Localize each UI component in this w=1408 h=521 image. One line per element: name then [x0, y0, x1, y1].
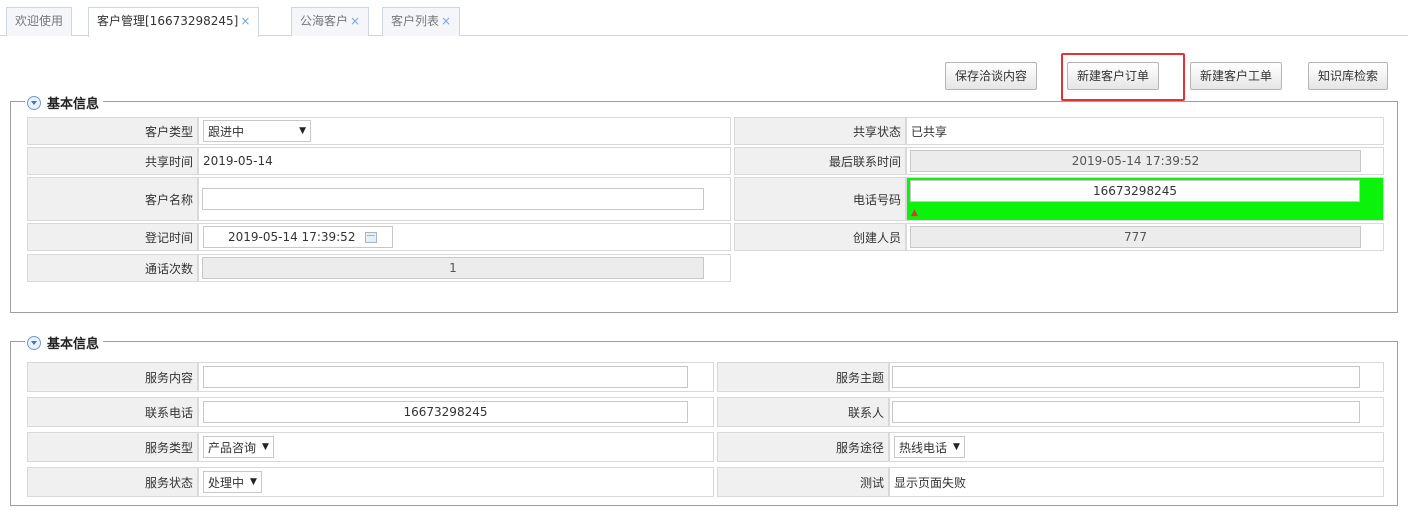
service-subject-label: 服务主题: [717, 362, 889, 392]
tab-customer-management[interactable]: 客户管理[16673298245] ×: [88, 7, 260, 37]
phone-label: 电话号码: [734, 177, 906, 221]
label-text: 服务类型: [144, 440, 193, 455]
contact-person-input[interactable]: [892, 401, 1360, 423]
contact-phone-label: 联系电话: [27, 397, 198, 427]
call-count-field: 1: [202, 257, 704, 279]
caret-down-icon: ▼: [262, 442, 269, 452]
panel-legend[interactable]: 基本信息: [25, 93, 104, 112]
label-text: 创建人员: [852, 230, 901, 245]
select-value: 跟进中: [208, 124, 245, 139]
phone-input[interactable]: 16673298245: [910, 180, 1360, 202]
share-time-cell: 2019-05-14: [198, 147, 731, 175]
caret-down-icon: ▼: [953, 442, 960, 452]
collapse-chevron-icon[interactable]: [27, 95, 41, 110]
label-text: 测试: [859, 475, 884, 490]
panel-legend[interactable]: 基本信息: [25, 333, 104, 352]
contact-person-label: 联系人: [717, 397, 889, 427]
share-status-cell: 已共享: [906, 117, 1384, 145]
label-text: 通话次数: [144, 261, 193, 276]
label-text: 客户类型: [144, 124, 193, 139]
close-icon[interactable]: ×: [350, 14, 360, 28]
caret-down-icon: ▼: [250, 477, 257, 487]
label-text: 服务状态: [144, 475, 193, 490]
share-time-label: 共享时间: [27, 147, 198, 175]
service-subject-input[interactable]: [892, 366, 1360, 388]
tab-customer-list[interactable]: 客户列表 ×: [382, 7, 461, 36]
select-value: 热线电话: [899, 440, 948, 455]
register-time-label: 登记时间: [27, 223, 198, 251]
service-content-label: 服务内容: [27, 362, 198, 392]
customer-type-select[interactable]: 跟进中 ▼: [203, 120, 311, 142]
close-icon[interactable]: ×: [441, 14, 451, 28]
service-status-cell: 处理中 ▼: [198, 467, 714, 497]
select-value: 产品咨询: [208, 440, 257, 455]
label-text: 电话号码: [852, 192, 901, 207]
service-type-select[interactable]: 产品咨询 ▼: [203, 436, 274, 458]
contact-phone-input[interactable]: 16673298245: [203, 401, 688, 423]
test-label: 测试: [717, 467, 889, 497]
tab-label: 公海客户: [300, 14, 349, 28]
panel-title: 基本信息: [47, 337, 100, 352]
service-type-cell: 产品咨询 ▼: [198, 432, 714, 462]
customer-name-label: 客户名称: [27, 177, 198, 221]
service-status-select[interactable]: 处理中 ▼: [203, 471, 262, 493]
test-value: 显示页面失败: [894, 475, 967, 490]
test-cell: 显示页面失败: [889, 467, 1384, 497]
tab-label: 欢迎使用: [15, 14, 64, 28]
tab-label: 客户列表: [391, 14, 440, 28]
label-text: 服务内容: [144, 370, 193, 385]
service-channel-select[interactable]: 热线电话 ▼: [894, 436, 965, 458]
creator-label: 创建人员: [734, 223, 906, 251]
service-content-input[interactable]: [203, 366, 688, 388]
required-marker: ▲: [911, 208, 918, 218]
collapse-chevron-icon[interactable]: [27, 335, 41, 350]
share-time-value: 2019-05-14: [203, 154, 273, 168]
call-count-label: 通话次数: [27, 254, 198, 282]
new-customer-order-button[interactable]: 新建客户订单: [1067, 62, 1160, 90]
tab-strip: 欢迎使用 客户管理[16673298245] × 公海客户 × 客户列表 ×: [0, 0, 1408, 37]
tab-welcome[interactable]: 欢迎使用: [6, 7, 73, 36]
service-type-label: 服务类型: [27, 432, 198, 462]
label-text: 联系电话: [144, 405, 193, 420]
label-text: 联系人: [847, 405, 884, 420]
customer-type-label: 客户类型: [27, 117, 198, 145]
register-time-cell: 2019-05-14 17:39:52: [198, 223, 731, 251]
label-text: 服务主题: [835, 370, 884, 385]
share-status-label: 共享状态: [734, 117, 906, 145]
panel-title: 基本信息: [47, 97, 100, 112]
label-text: 共享时间: [144, 154, 193, 169]
knowledge-base-search-button[interactable]: 知识库检索: [1308, 62, 1389, 90]
select-value: 处理中: [208, 475, 245, 490]
save-negotiation-button[interactable]: 保存洽谈内容: [945, 62, 1038, 90]
label-text: 客户名称: [144, 192, 193, 207]
label-text: 登记时间: [144, 230, 193, 245]
tab-label: 客户管理[16673298245]: [97, 14, 239, 28]
last-contact-field: 2019-05-14 17:39:52: [910, 150, 1361, 172]
date-value: 2019-05-14 17:39:52: [228, 230, 356, 244]
customer-name-input[interactable]: [202, 188, 704, 210]
service-channel-label: 服务途径: [717, 432, 889, 462]
last-contact-label: 最后联系时间: [734, 147, 906, 175]
customer-type-cell: 跟进中 ▼: [198, 117, 731, 145]
service-channel-cell: 热线电话 ▼: [889, 432, 1384, 462]
close-icon[interactable]: ×: [240, 14, 250, 28]
calendar-icon[interactable]: [365, 231, 378, 243]
service-status-label: 服务状态: [27, 467, 198, 497]
caret-down-icon: ▼: [299, 126, 306, 136]
new-customer-ticket-button[interactable]: 新建客户工单: [1190, 62, 1283, 90]
register-time-picker[interactable]: 2019-05-14 17:39:52: [203, 226, 393, 248]
share-status-value: 已共享: [911, 124, 948, 139]
tab-public-customers[interactable]: 公海客户 ×: [291, 7, 370, 36]
label-text: 共享状态: [852, 124, 901, 139]
label-text: 最后联系时间: [828, 154, 901, 169]
label-text: 服务途径: [835, 440, 884, 455]
creator-field: 777: [910, 226, 1361, 248]
